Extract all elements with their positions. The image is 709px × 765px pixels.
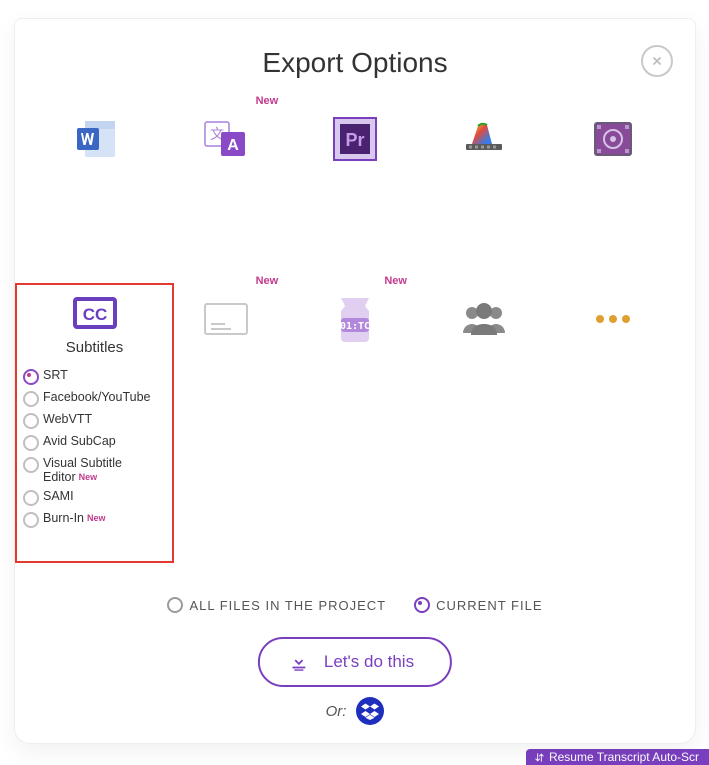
finalcut-icon [462,118,506,160]
avid-icon [591,119,635,159]
new-badge: New [256,275,279,287]
export-finalcut-tile[interactable] [424,109,544,169]
export-avid-tile[interactable] [553,109,673,169]
plaintext-icon [203,302,249,336]
subtitle-option-srt[interactable]: SRT [23,368,166,385]
svg-text:A: A [227,137,239,154]
new-badge: New [384,275,407,287]
download-icon [288,651,310,673]
subtitle-option-visual-editor[interactable]: Visual Subtitle EditorNew [23,456,166,484]
dropbox-icon [361,702,379,720]
subtitles-panel: CC Subtitles SRT Facebook/YouTube WebVTT… [15,283,174,563]
subtitle-option-avid-subcap[interactable]: Avid SubCap [23,434,166,451]
cta-label: Let's do this [324,652,414,672]
export-timecode-tile[interactable]: New 01:TC [295,289,415,349]
premiere-icon: Pr [332,116,378,162]
word-icon [75,118,119,160]
modal-title: Export Options [15,47,695,79]
sort-icon [534,752,545,763]
or-label: Or: [326,703,347,720]
subtitle-option-burnin[interactable]: Burn-InNew [23,511,166,528]
subtitle-option-facebook-youtube[interactable]: Facebook/YouTube [23,390,166,407]
export-modal: Export Options New 文 A [14,18,696,744]
scope-all-files[interactable]: ALL FILES IN THE PROJECT [167,597,386,613]
export-speakers-tile[interactable] [424,289,544,349]
scope-row: ALL FILES IN THE PROJECT CURRENT FILE [15,597,695,613]
export-plaintext-tile[interactable]: New [166,289,286,349]
close-button[interactable] [641,45,673,77]
subtitle-option-webvtt[interactable]: WebVTT [23,412,166,429]
svg-text:01:TC: 01:TC [340,321,370,332]
subtitle-option-sami[interactable]: SAMI [23,489,166,506]
scope-current-file[interactable]: CURRENT FILE [414,597,542,613]
more-icon [595,314,631,324]
resume-autoscroll-label: Resume Transcript Auto-Scr [549,749,699,765]
timecode-icon: 01:TC [333,296,377,342]
new-badge: New [256,95,279,107]
translate-icon: 文 A [203,118,249,160]
svg-text:CC: CC [82,305,107,324]
export-word-tile[interactable] [37,109,157,169]
svg-text:Pr: Pr [345,130,364,150]
cc-icon: CC [73,297,117,329]
export-more-tile[interactable] [553,289,673,349]
people-icon [459,301,509,337]
subtitles-title: Subtitles [17,339,172,356]
export-premiere-tile[interactable]: Pr [295,109,415,169]
resume-autoscroll-button[interactable]: Resume Transcript Auto-Scr [526,749,709,765]
lets-do-this-button[interactable]: Let's do this [258,637,452,687]
export-translate-tile[interactable]: New 文 A [166,109,286,169]
dropbox-button[interactable] [356,697,384,725]
close-icon [650,54,664,68]
